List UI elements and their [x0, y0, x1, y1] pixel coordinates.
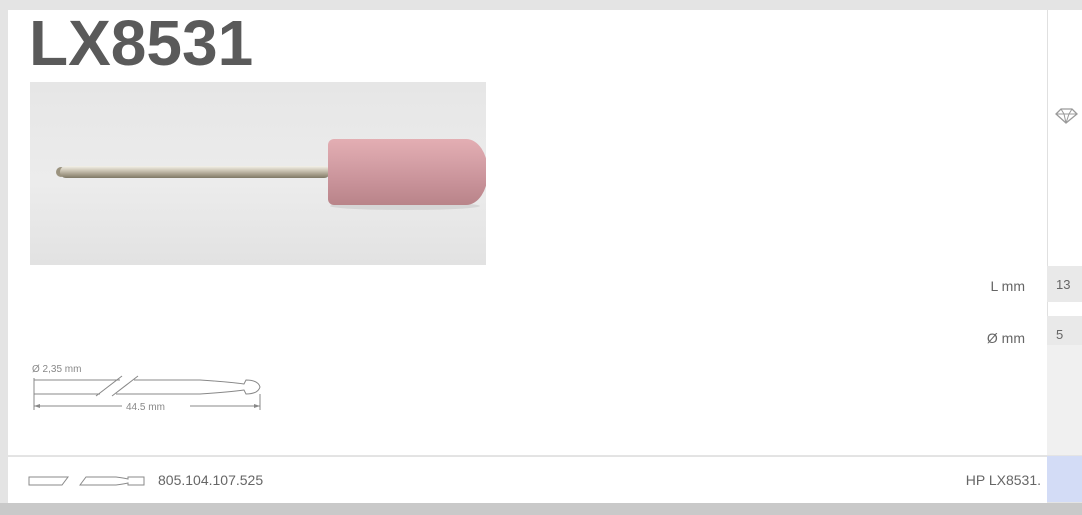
polishing-stone — [328, 139, 486, 205]
spec-strip — [1047, 345, 1082, 455]
technical-drawing: Ø 2,35 mm 44.5 mm — [30, 360, 270, 425]
shank-diameter-label: Ø 2,35 mm — [32, 364, 81, 375]
length-label: L mm — [990, 278, 1025, 294]
hp-code[interactable]: HP LX8531. — [966, 472, 1041, 488]
product-image — [30, 82, 486, 265]
product-code-title: LX8531 — [29, 7, 254, 79]
gem-icon — [1055, 108, 1078, 124]
bottom-bar — [0, 503, 1082, 515]
footer-bar: 805.104.107.525 HP LX8531. — [8, 456, 1047, 503]
diameter-label: Ø mm — [986, 330, 1025, 346]
product-card: LX8531 L mm Ø mm Ø 2,35 mm 44.5 mm — [8, 7, 1047, 455]
footer-action-cell[interactable] — [1047, 456, 1082, 502]
shank-outline-icon — [28, 474, 146, 492]
total-length-label: 44.5 mm — [126, 402, 165, 413]
length-value: 13 — [1047, 266, 1082, 302]
reference-number: 805.104.107.525 — [158, 472, 264, 488]
shank — [60, 166, 330, 178]
